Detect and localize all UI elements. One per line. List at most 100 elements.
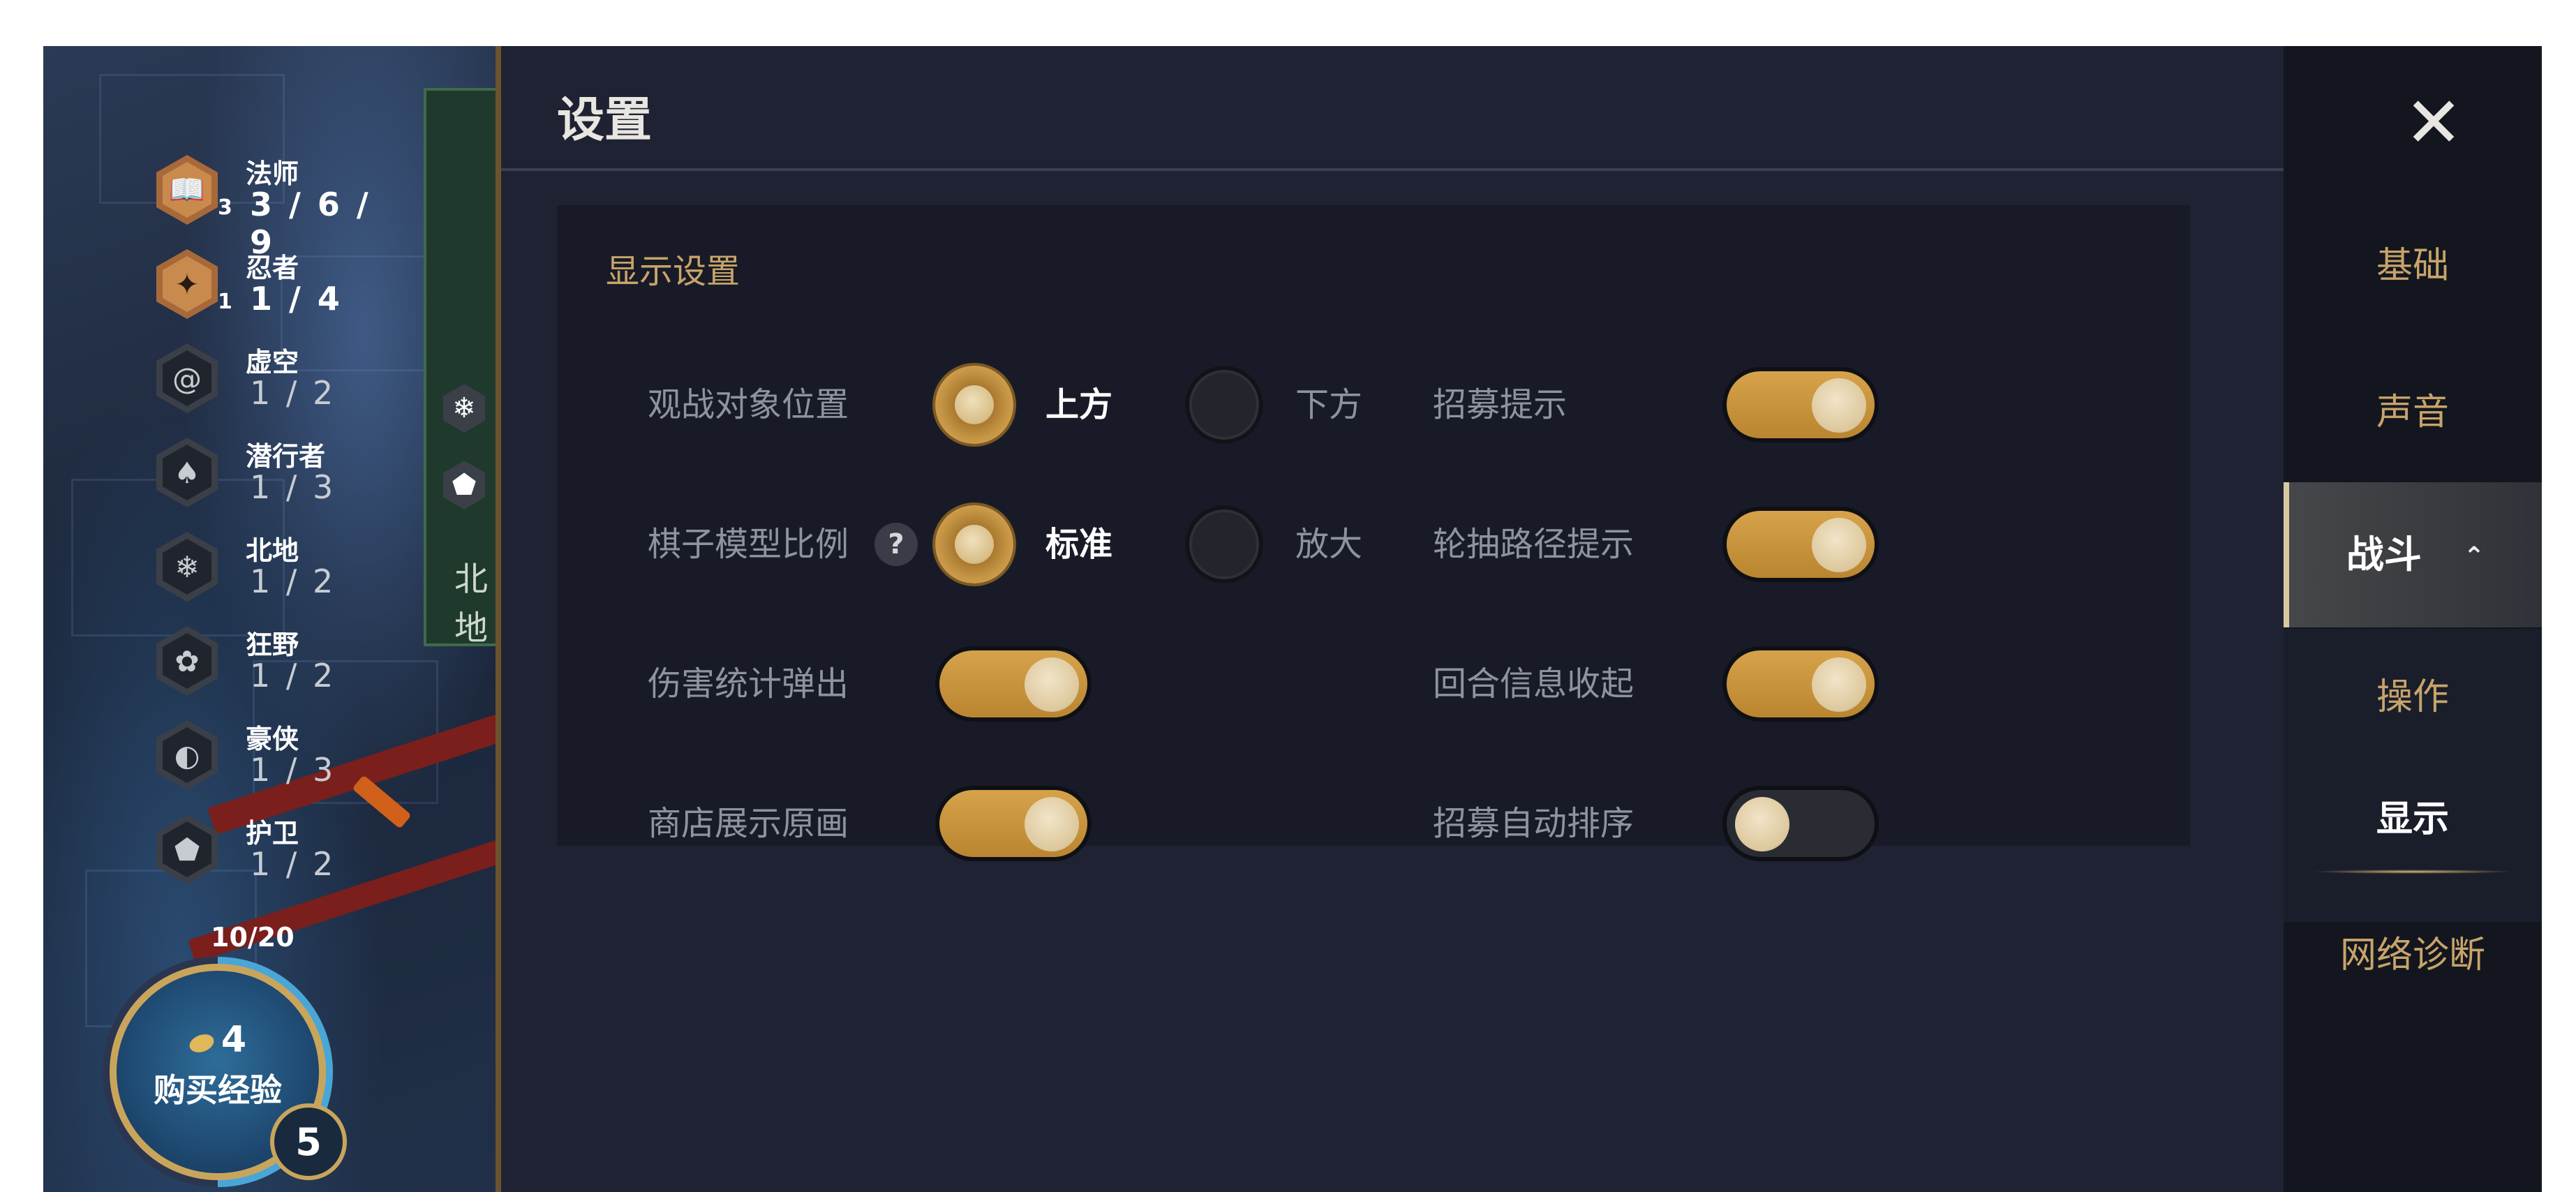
setting-label: 伤害统计弹出 xyxy=(648,664,849,703)
toggle-carousel-path-hint[interactable] xyxy=(1722,507,1879,582)
setting-label: 商店展示原画 xyxy=(648,804,849,843)
nav-item-combat[interactable]: 战斗 ⌃ xyxy=(2284,482,2542,627)
panel-divider xyxy=(496,46,501,1192)
nav-item-network-diagnosis[interactable]: 网络诊断 xyxy=(2284,925,2542,978)
toggle-knob xyxy=(1812,657,1866,712)
display-settings-card: 显示设置 观战对象位置 上方 下方 招募提示 棋子模型比例 ? 标准 放大 轮抽… xyxy=(557,205,2190,861)
chevron-up-icon: ⌃ xyxy=(2463,542,2485,572)
snowflake-icon: ❄ xyxy=(443,384,485,433)
snowflake-icon: ❄ xyxy=(156,532,218,602)
trait-item[interactable]: @ 虚空 1 / 2 xyxy=(113,339,392,433)
book-icon: 📖 xyxy=(156,155,218,225)
toggle-knob xyxy=(1812,378,1866,433)
toggle-damage-stats[interactable] xyxy=(935,646,1092,722)
trait-breakpoints: 1 / 2 xyxy=(250,374,336,412)
trait-breakpoints: 1 / 2 xyxy=(250,563,336,600)
setting-label: 轮抽路径提示 xyxy=(1433,525,1635,564)
trait-breakpoints: 1 / 2 xyxy=(250,845,336,883)
trait-name: 护卫 xyxy=(246,818,299,849)
trait-item[interactable]: ⬟ 护卫 1 / 2 xyxy=(113,810,392,904)
option-label-bottom[interactable]: 下方 xyxy=(1295,363,1362,447)
toggle-knob xyxy=(1025,797,1079,851)
toggle-round-info-collapse[interactable] xyxy=(1722,646,1879,722)
trait-list: 📖 3 法师 3 / 6 / 9 ✦ 1 忍者 1 / 4 @ 虚空 1 / 2 ♠ 潜行者 1 / 3 ❄… xyxy=(113,151,392,904)
trait-icon-glyph: ✦ xyxy=(163,256,211,312)
trait-item[interactable]: 📖 3 法师 3 / 6 / 9 xyxy=(113,151,392,261)
trait-breakpoints: 1 / 3 xyxy=(250,468,336,506)
toggle-shop-art[interactable] xyxy=(935,786,1092,861)
page-title: 设置 xyxy=(557,93,653,148)
trait-item[interactable]: ✦ 1 忍者 1 / 4 xyxy=(113,245,392,339)
trait-name: 豪侠 xyxy=(246,724,299,754)
hat-icon: ◐ xyxy=(156,720,218,790)
trait-item[interactable]: ◐ 豪侠 1 / 3 xyxy=(113,716,392,810)
toggle-recruit-auto-sort[interactable] xyxy=(1722,786,1879,861)
trait-icon-glyph: @ xyxy=(163,350,211,406)
settings-panel: 设置 显示设置 观战对象位置 上方 下方 招募提示 棋子模型比例 ? 标准 放大… xyxy=(501,46,2284,1192)
game-window: ❄ ⬟ 北地 📖 3 法师 3 / 6 / 9 ✦ 1 忍者 1 / 4 @ 虚空 1 / 2 ♠ 潜行… xyxy=(43,46,2542,1192)
close-icon[interactable]: ✕ xyxy=(2399,88,2469,158)
setting-row-damage-stats: 伤害统计弹出 回合信息收起 xyxy=(557,642,2190,726)
option-label-enlarge[interactable]: 放大 xyxy=(1295,502,1362,586)
setting-label: 回合信息收起 xyxy=(1433,664,1635,703)
nav-item-basic[interactable]: 基础 xyxy=(2284,236,2542,288)
radio-scale-enlarge[interactable] xyxy=(1185,505,1263,583)
trait-breakpoints: 1 / 3 xyxy=(250,751,336,789)
trait-icon-glyph: ✿ xyxy=(163,633,211,689)
gold-coin-icon xyxy=(186,1031,216,1056)
toggle-recruit-hint[interactable] xyxy=(1722,367,1879,442)
trait-unit-count: 1 xyxy=(218,290,232,314)
nav-subitem-controls[interactable]: 操作 xyxy=(2284,667,2542,720)
trait-icon-glyph: ◐ xyxy=(163,727,211,783)
player-level-badge: 5 xyxy=(270,1103,347,1180)
shuriken-icon: ✦ xyxy=(156,249,218,319)
toggle-knob xyxy=(1735,797,1789,851)
radio-spectate-top[interactable] xyxy=(935,366,1013,444)
trait-breakpoints: 1 / 2 xyxy=(250,657,336,694)
setting-row-spectate-position: 观战对象位置 上方 下方 招募提示 xyxy=(557,363,2190,447)
trait-icon-glyph: 📖 xyxy=(163,162,211,218)
settings-nav: ✕ 基础 声音 战斗 ⌃ 操作 显示 网络诊断 xyxy=(2284,46,2542,1192)
hood-icon: ♠ xyxy=(156,438,218,507)
trait-name: 北地 xyxy=(246,535,299,566)
radio-scale-standard[interactable] xyxy=(935,505,1013,583)
toggle-knob xyxy=(1025,657,1079,712)
xp-cost: 4 xyxy=(186,1019,246,1061)
help-icon[interactable]: ? xyxy=(874,523,918,566)
spiral-icon: @ xyxy=(156,343,218,413)
nav-subitem-display[interactable]: 显示 xyxy=(2284,789,2542,842)
shield-icon: ⬟ xyxy=(156,814,218,884)
buy-xp-label: 购买经验 xyxy=(154,1071,282,1109)
nav-item-combat-label: 战斗 xyxy=(2346,532,2422,576)
nav-item-sound[interactable]: 声音 xyxy=(2284,382,2542,435)
setting-label: 观战对象位置 xyxy=(648,385,849,424)
trait-icon-glyph: ♠ xyxy=(163,445,211,500)
setting-label: 棋子模型比例 xyxy=(648,525,849,564)
option-label-top[interactable]: 上方 xyxy=(1045,363,1112,447)
paw-icon: ✿ xyxy=(156,626,218,696)
option-label-standard[interactable]: 标准 xyxy=(1045,502,1112,586)
opponent-board-preview[interactable]: ❄ ⬟ 北地 xyxy=(424,88,501,648)
trait-item[interactable]: ✿ 狂野 1 / 2 xyxy=(113,622,392,716)
trait-name: 潜行者 xyxy=(246,441,326,472)
active-subitem-indicator xyxy=(2311,870,2514,874)
trait-name: 法师 xyxy=(246,158,299,189)
radio-spectate-bottom[interactable] xyxy=(1185,366,1263,444)
trait-item[interactable]: ♠ 潜行者 1 / 3 xyxy=(113,433,392,528)
title-divider xyxy=(501,168,2284,171)
shield-icon: ⬟ xyxy=(443,461,485,509)
setting-label: 招募提示 xyxy=(1433,385,1568,424)
trait-icon-glyph: ❄ xyxy=(163,539,211,595)
setting-row-shop-art: 商店展示原画 招募自动排序 xyxy=(557,782,2190,865)
trait-name: 虚空 xyxy=(246,347,299,378)
setting-label: 招募自动排序 xyxy=(1433,804,1635,843)
xp-progress: 10/20 xyxy=(211,922,295,953)
setting-row-model-scale: 棋子模型比例 ? 标准 放大 轮抽路径提示 xyxy=(557,502,2190,586)
toggle-knob xyxy=(1812,518,1866,572)
trait-breakpoints: 1 / 4 xyxy=(250,280,343,318)
trait-item[interactable]: ❄ 北地 1 / 2 xyxy=(113,528,392,622)
trait-unit-count: 3 xyxy=(218,195,232,220)
trait-name: 忍者 xyxy=(246,253,299,283)
trait-icon-glyph: ⬟ xyxy=(163,821,211,877)
preview-label: 北地 xyxy=(454,560,489,648)
